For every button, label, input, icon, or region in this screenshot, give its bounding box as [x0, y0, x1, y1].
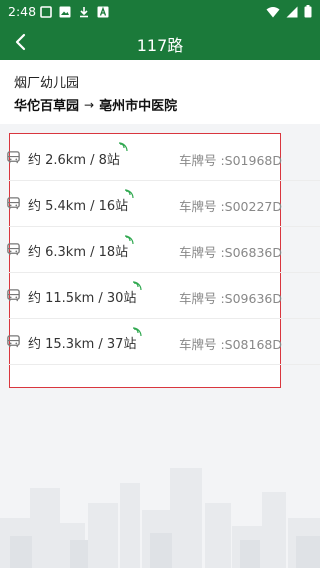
bus-list-item[interactable]: 约 6.3km / 18站 车牌号 :S06836D — [0, 227, 320, 273]
status-bar: 2:48 — [0, 0, 320, 24]
bus-plate-number: 车牌号 :S06836D — [178, 245, 282, 260]
bus-icon — [7, 335, 20, 348]
app-bar: 117路 — [0, 24, 320, 60]
image-icon — [59, 6, 71, 18]
bus-distance: 约 5.4km / 16站 — [28, 199, 129, 214]
realtime-signal-icon — [124, 235, 134, 245]
bus-list-item[interactable]: 约 2.6km / 8站 车牌号 :S01968D — [0, 135, 320, 181]
current-stop-name: 烟厂幼儿园 — [14, 76, 80, 91]
bus-distance: 约 11.5km / 30站 — [28, 291, 137, 306]
download-icon — [80, 7, 88, 18]
bus-list-item[interactable]: 约 5.4km / 16站 车牌号 :S00227D — [0, 181, 320, 227]
city-skyline-illustration — [0, 468, 320, 568]
route-direction: 华佗百草园 → 亳州市中医院 — [14, 95, 178, 115]
bus-plate-number: 车牌号 :S00227D — [178, 199, 282, 214]
route-from: 华佗百草园 — [14, 99, 80, 114]
text-a-icon — [97, 6, 109, 18]
divider — [8, 364, 320, 365]
realtime-signal-icon — [124, 189, 134, 199]
route-arrow: → — [84, 97, 95, 112]
bus-distance: 约 6.3km / 18站 — [28, 245, 129, 260]
bus-list-item[interactable]: 约 15.3km / 37站 车牌号 :S08168D — [0, 319, 320, 365]
page-title: 117路 — [136, 36, 184, 55]
status-time: 2:48 — [8, 4, 37, 19]
bus-distance: 约 15.3km / 37站 — [28, 337, 137, 352]
realtime-signal-icon — [132, 327, 142, 337]
bus-icon — [7, 289, 20, 302]
route-header: 烟厂幼儿园 华佗百草园 → 亳州市中医院 — [0, 60, 320, 124]
bus-distance: 约 2.6km / 8站 — [28, 153, 120, 168]
route-to: 亳州市中医院 — [99, 99, 178, 114]
bus-plate-number: 车牌号 :S08168D — [178, 337, 282, 352]
status-icons-right — [266, 5, 312, 18]
notification-box-icon — [40, 6, 52, 18]
bus-icon — [7, 197, 20, 210]
bus-plate-number: 车牌号 :S01968D — [178, 153, 282, 168]
bus-icon — [7, 243, 20, 256]
bus-icon — [7, 151, 20, 164]
realtime-signal-icon — [132, 281, 142, 291]
status-icons-left — [40, 6, 109, 18]
battery-icon — [304, 5, 312, 18]
signal-icon — [286, 6, 298, 17]
realtime-signal-icon — [118, 142, 128, 152]
wifi-icon — [266, 6, 280, 17]
bus-plate-number: 车牌号 :S09636D — [178, 291, 282, 306]
bus-list-item[interactable]: 约 11.5km / 30站 车牌号 :S09636D — [0, 273, 320, 319]
